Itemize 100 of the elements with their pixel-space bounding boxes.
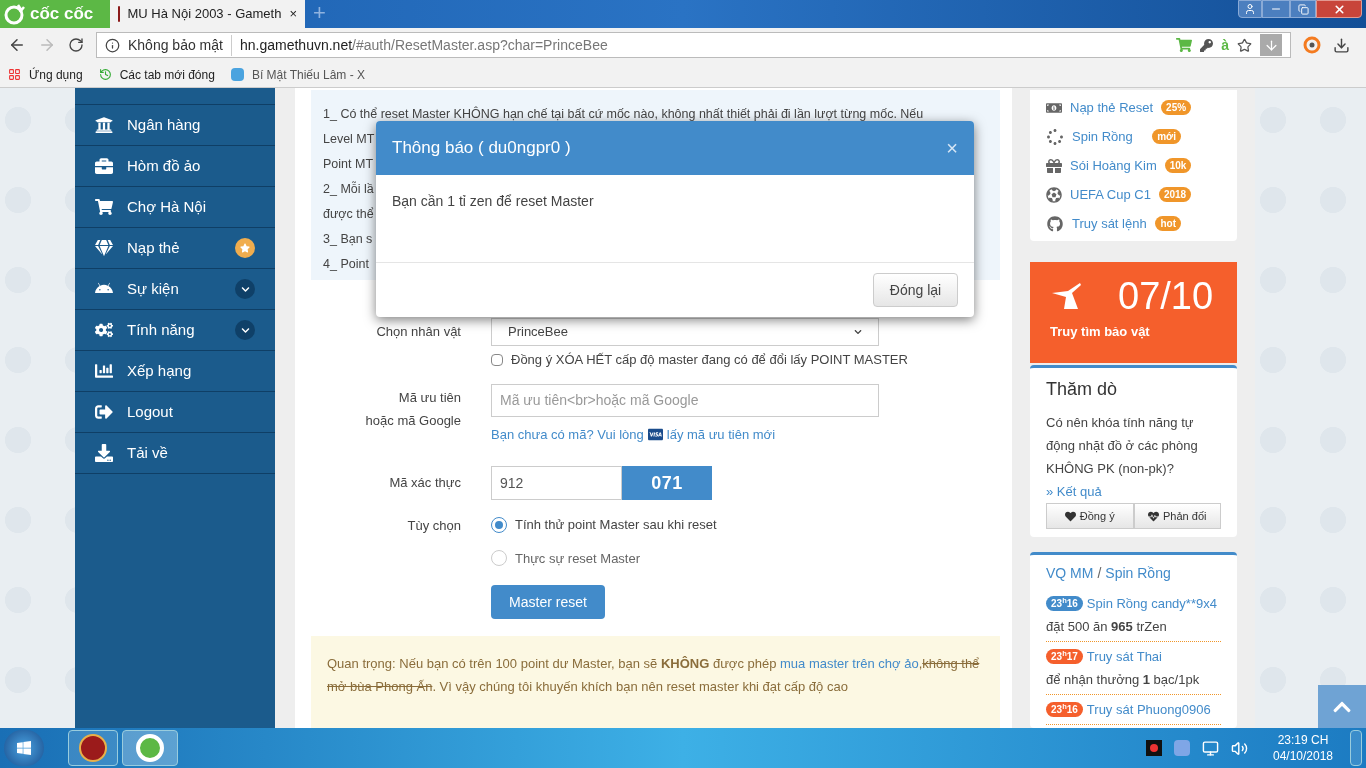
- feature-link[interactable]: Nạp thẻ Reset: [1070, 97, 1154, 118]
- notice-text: Quan trọng: Nếu bạn có trên 100 point dư Master, bạn sẽ KHÔNG được phép mua master trên chợ ảo,không thể mở bùa Phong Ấn. Vì vậy chúng tôi khuyến khích bạn nên reset master khi đạt cấp độ cao: [327, 655, 981, 696]
- bookmark-link[interactable]: Các tab mới đóng: [98, 65, 215, 84]
- feed-text: đặt 500 ăn 965 trZen: [1046, 618, 1167, 636]
- dialog-title: Thông báo ( du0ngpr0 ): [392, 137, 571, 160]
- info-text: được thể: [323, 206, 374, 223]
- character-select[interactable]: PrinceBee: [491, 318, 879, 346]
- clock[interactable]: 23:19 CH 04/10/2018: [1268, 732, 1338, 764]
- disagree-button[interactable]: Phản đối: [1133, 503, 1221, 529]
- feed-text: để nhận thưởng 1 bạc/1pk: [1046, 671, 1200, 689]
- taskbar-app-button[interactable]: [122, 730, 178, 766]
- feature-link[interactable]: UEFA Cup C1: [1070, 184, 1151, 205]
- treasure-count: 07/10: [1118, 274, 1214, 318]
- help-text: Bạn chưa có mã? Vui lòng: [491, 425, 644, 444]
- poll-result-link[interactable]: » Kết quả: [1046, 484, 1102, 499]
- poll-title: Thăm dò: [1046, 378, 1119, 401]
- extension-icon[interactable]: [1303, 36, 1321, 54]
- scroll-top-button[interactable]: [1318, 685, 1366, 728]
- browser-app-icon: [136, 734, 164, 762]
- sidebar-item[interactable]: Sự kiện: [75, 269, 275, 310]
- profile-button[interactable]: [1238, 0, 1262, 18]
- key-icon[interactable]: [1200, 38, 1214, 52]
- close-icon: [1332, 2, 1346, 16]
- feed-link[interactable]: Spin Rồng candy**9x4: [1086, 592, 1217, 615]
- feature-icon: [1047, 128, 1063, 145]
- notice-link[interactable]: mua master trên chợ ảo: [780, 656, 919, 671]
- feature-tag: hot: [1155, 216, 1181, 231]
- close-window-button[interactable]: [1316, 0, 1362, 18]
- windows-logo-icon: [16, 740, 32, 756]
- network-icon[interactable]: [1202, 739, 1219, 757]
- field-label: Mã xác thực: [388, 474, 461, 493]
- restore-icon: [1297, 3, 1309, 15]
- show-desktop-button[interactable]: [1350, 730, 1362, 766]
- info-text: 1_ Có thể reset Master KHÔNG hạn chế tại bất cứ mốc nào, không nhất thiết phải đi lần lượt từng mốc. Nếu: [323, 105, 924, 123]
- menu-icon: [95, 116, 113, 134]
- menu-icon: [95, 362, 113, 380]
- menu-icon: [95, 403, 113, 421]
- user-icon: [1244, 3, 1256, 15]
- menu-icon: [95, 321, 113, 339]
- game-app-icon: [79, 734, 107, 762]
- close-dialog-button[interactable]: Đóng lại: [873, 273, 958, 307]
- priority-code-link[interactable]: lấy mã ưu tiên mới: [666, 424, 776, 444]
- url-text: hn.gamethuvn.net/#auth/ResetMaster.asp?char=PrinceBee: [239, 35, 608, 55]
- info-text: Level MT: [323, 131, 375, 148]
- apps-icon: [8, 68, 21, 81]
- sidebar-item[interactable]: Hòm đồ ảo: [75, 146, 275, 187]
- chevron-icon: [240, 284, 250, 294]
- menu-icon: [95, 157, 113, 175]
- feature-link[interactable]: Spin Rồng: [1072, 126, 1133, 147]
- bookmark-link[interactable]: Bí Mật Thiếu Lâm - X: [230, 65, 366, 84]
- minimize-button[interactable]: [1262, 0, 1290, 18]
- address-bar[interactable]: Không bảo mật hn.gamethuvn.net/#auth/ResetMaster.asp?char=PrinceBee à: [96, 32, 1291, 58]
- feed-title-link[interactable]: Spin Rồng: [1105, 563, 1171, 584]
- chevron-icon: [240, 325, 250, 335]
- volume-icon[interactable]: [1231, 739, 1248, 757]
- info-icon: [105, 37, 120, 53]
- sidebar-item[interactable]: Nạp thẻ: [75, 228, 275, 269]
- star-icon: [240, 243, 250, 253]
- download-button[interactable]: [1260, 34, 1282, 56]
- feed-title-link[interactable]: VQ MM: [1046, 563, 1094, 584]
- feature-icon: [1046, 157, 1062, 174]
- agree-checkbox[interactable]: Đồng ý XÓA HẾT cấp độ master đang có để đổi lấy POINT MASTER: [491, 350, 908, 370]
- feature-link[interactable]: Sói Hoàng Kim: [1070, 155, 1157, 176]
- start-button[interactable]: [4, 730, 44, 766]
- feed-link[interactable]: Truy sát Phuong0906: [1086, 698, 1211, 721]
- caret-icon: [854, 328, 862, 336]
- treasure-label: Truy tìm bảo vật: [1050, 323, 1151, 341]
- bookmark-star-icon[interactable]: [1237, 37, 1252, 53]
- menu-icon: [95, 239, 113, 257]
- master-reset-button[interactable]: Master reset: [491, 585, 605, 619]
- option-radio[interactable]: Tính thử point Master sau khi reset: [491, 515, 717, 535]
- priority-code-field[interactable]: Mã ưu tiên<br>hoặc mã Google: [491, 383, 879, 417]
- field-label: hoặc mã Google: [364, 411, 461, 430]
- taskbar-app-button[interactable]: [68, 730, 118, 766]
- menu-icon: [95, 198, 113, 216]
- card-icon: [647, 426, 663, 442]
- field-label: Tùy chọn: [406, 517, 461, 535]
- time-tag: 23$^{h}$16: [1046, 596, 1083, 611]
- logo-icon: [4, 3, 26, 25]
- back-icon[interactable]: [8, 36, 26, 54]
- field-label: Mã ưu tiên: [397, 388, 461, 407]
- agree-button[interactable]: Đồng ý: [1046, 503, 1134, 529]
- restore-button[interactable]: [1290, 0, 1316, 18]
- feature-link[interactable]: Truy sát lệnh: [1072, 213, 1147, 234]
- sidebar-item[interactable]: Tính năng: [75, 310, 275, 351]
- feature-tag: 2018: [1158, 187, 1192, 202]
- downloads-icon[interactable]: [1333, 36, 1350, 54]
- heartbeat-icon: [1148, 510, 1160, 522]
- feed-link[interactable]: Truy sát Thai: [1086, 645, 1162, 668]
- captcha-field[interactable]: 912: [491, 466, 622, 500]
- info-text: 2_ Mỗi lầ: [323, 180, 374, 198]
- option-radio[interactable]: Thực sự reset Master: [491, 548, 717, 568]
- tray-app-icon[interactable]: [1146, 740, 1162, 756]
- info-text: 3_ Bạn s: [323, 231, 373, 248]
- browser-tab[interactable]: MU Hà Nội 2003 - Gameth ×: [110, 0, 305, 28]
- close-tab-button[interactable]: ×: [289, 4, 297, 24]
- bookmark-link[interactable]: Ứng dụng: [8, 65, 83, 84]
- info-text: Point MT: [323, 156, 373, 173]
- cart-icon[interactable]: [1176, 37, 1193, 53]
- reload-icon[interactable]: [68, 37, 84, 53]
